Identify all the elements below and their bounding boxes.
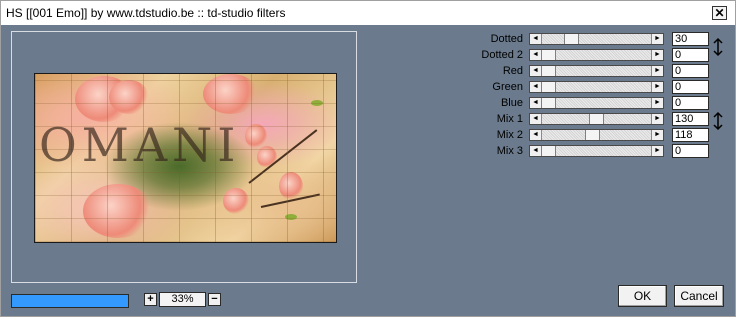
slider-right-arrow-icon[interactable]: ► bbox=[651, 98, 663, 108]
zoom-in-button[interactable]: + bbox=[144, 293, 157, 306]
slider-thumb[interactable] bbox=[541, 66, 556, 76]
param-label: Green bbox=[492, 81, 523, 93]
link-arrows-icon[interactable] bbox=[712, 111, 724, 131]
slider-thumb[interactable] bbox=[563, 34, 579, 44]
param-value-field[interactable]: 118 bbox=[672, 128, 709, 142]
param-slider[interactable]: ◄ ► bbox=[529, 145, 664, 157]
filter-dialog: HS [[001 Emo]] by www.tdstudio.be :: td-… bbox=[0, 0, 736, 317]
slider-left-arrow-icon[interactable]: ◄ bbox=[530, 114, 542, 124]
cancel-button[interactable]: Cancel bbox=[674, 285, 724, 307]
close-icon: ✕ bbox=[714, 6, 725, 20]
param-label: Dotted 2 bbox=[481, 49, 523, 61]
slider-right-arrow-icon[interactable]: ► bbox=[651, 34, 663, 44]
param-value-field[interactable]: 130 bbox=[672, 112, 709, 126]
param-value-field[interactable]: 0 bbox=[672, 48, 709, 62]
slider-left-arrow-icon[interactable]: ◄ bbox=[530, 130, 542, 140]
param-value-field[interactable]: 0 bbox=[672, 80, 709, 94]
slider-right-arrow-icon[interactable]: ► bbox=[651, 50, 663, 60]
close-button[interactable]: ✕ bbox=[712, 6, 727, 20]
slider-thumb[interactable] bbox=[541, 146, 556, 156]
slider-thumb[interactable] bbox=[541, 50, 556, 60]
param-slider[interactable]: ◄ ► bbox=[529, 33, 664, 45]
param-value-field[interactable]: 0 bbox=[672, 96, 709, 110]
param-label: Red bbox=[502, 65, 523, 77]
title-bar[interactable]: HS [[001 Emo]] by www.tdstudio.be :: td-… bbox=[1, 1, 735, 25]
slider-thumb[interactable] bbox=[541, 98, 556, 108]
param-value-field[interactable]: 0 bbox=[672, 64, 709, 78]
param-label: Dotted bbox=[490, 33, 523, 45]
param-slider[interactable]: ◄ ► bbox=[529, 113, 664, 125]
slider-right-arrow-icon[interactable]: ► bbox=[651, 66, 663, 76]
preview-image[interactable]: OMANI bbox=[34, 73, 337, 243]
slider-right-arrow-icon[interactable]: ► bbox=[651, 82, 663, 92]
param-label: Mix 3 bbox=[496, 145, 523, 157]
window-title: HS [[001 Emo]] by www.tdstudio.be :: td-… bbox=[6, 6, 286, 20]
param-slider[interactable]: ◄ ► bbox=[529, 129, 664, 141]
zoom-level-field[interactable]: 33% bbox=[159, 292, 206, 307]
slider-left-arrow-icon[interactable]: ◄ bbox=[530, 34, 542, 44]
slider-thumb[interactable] bbox=[584, 130, 600, 140]
slider-thumb[interactable] bbox=[589, 114, 605, 124]
param-slider[interactable]: ◄ ► bbox=[529, 81, 664, 93]
slider-thumb[interactable] bbox=[541, 82, 556, 92]
param-slider[interactable]: ◄ ► bbox=[529, 65, 664, 77]
ok-button[interactable]: OK bbox=[618, 285, 667, 307]
progress-fill bbox=[12, 295, 128, 307]
zoom-out-button[interactable]: − bbox=[208, 293, 221, 306]
progress-bar bbox=[11, 294, 129, 308]
param-value-field[interactable]: 30 bbox=[672, 32, 709, 46]
param-slider[interactable]: ◄ ► bbox=[529, 97, 664, 109]
param-slider[interactable]: ◄ ► bbox=[529, 49, 664, 61]
param-label: Blue bbox=[500, 97, 523, 109]
slider-right-arrow-icon[interactable]: ► bbox=[651, 114, 663, 124]
slider-right-arrow-icon[interactable]: ► bbox=[651, 130, 663, 140]
slider-right-arrow-icon[interactable]: ► bbox=[651, 146, 663, 156]
link-arrows-icon[interactable] bbox=[712, 37, 724, 57]
param-label: Mix 2 bbox=[496, 129, 523, 141]
watermark-text: OMANI bbox=[39, 118, 241, 172]
param-label: Mix 1 bbox=[496, 113, 523, 125]
param-value-field[interactable]: 0 bbox=[672, 144, 709, 158]
